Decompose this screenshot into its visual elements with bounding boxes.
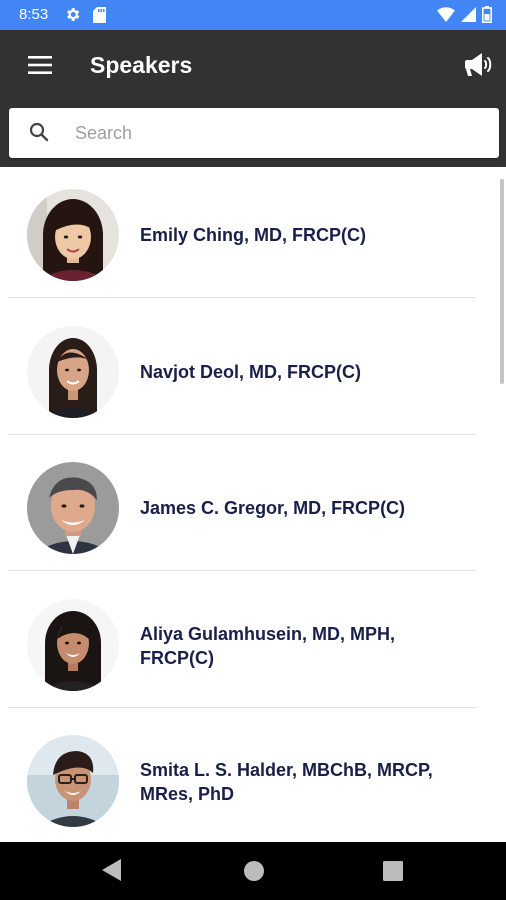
search-input[interactable]	[75, 118, 475, 148]
status-bar: 8:53	[0, 0, 506, 30]
speaker-list-item[interactable]: Emily Ching, MD, FRCP(C)	[0, 167, 506, 304]
divider	[8, 707, 476, 708]
search-bar	[9, 108, 499, 158]
battery-icon	[482, 6, 492, 28]
speaker-list-item[interactable]: Navjot Deol, MD, FRCP(C)	[0, 304, 506, 441]
speaker-name: Smita L. S. Halder, MBChB, MRCP, MRes, P…	[140, 760, 433, 804]
speaker-list-item[interactable]: Smita L. S. Halder, MBChB, MRCP, MRes, P…	[0, 713, 506, 842]
speaker-name: Aliya Gulamhusein, MD, MPH, FRCP(C)	[140, 624, 396, 668]
scrollbar-thumb[interactable]	[500, 179, 504, 384]
speaker-avatar	[27, 326, 119, 418]
wifi-icon	[437, 7, 455, 27]
speaker-list-item[interactable]: James C. Gregor, MD, FRCP(C)	[0, 440, 506, 577]
divider	[8, 570, 476, 571]
sd-card-icon	[93, 7, 106, 28]
navigation-bar	[0, 842, 506, 900]
speaker-name: James C. Gregor, MD, FRCP(C)	[140, 498, 406, 518]
speaker-avatar	[27, 599, 119, 691]
speaker-list[interactable]: Emily Ching, MD, FRCP(C) Navjot Deol, MD…	[0, 167, 506, 842]
megaphone-icon[interactable]	[462, 48, 496, 82]
hamburger-menu-icon[interactable]	[20, 50, 60, 80]
speaker-avatar	[27, 462, 119, 554]
speaker-avatar	[27, 189, 119, 281]
home-icon[interactable]	[243, 860, 265, 887]
status-time: 8:53	[19, 6, 49, 23]
cell-signal-icon	[461, 7, 476, 27]
speaker-list-item[interactable]: Aliya Gulamhusein, MD, MPH, FRCP(C)	[0, 577, 506, 714]
back-icon[interactable]	[100, 858, 122, 887]
speaker-name: Navjot Deol, MD, FRCP(C)	[140, 362, 362, 382]
divider	[8, 297, 476, 298]
speaker-name: Emily Ching, MD, FRCP(C)	[140, 225, 366, 245]
speaker-avatar	[27, 735, 119, 827]
divider	[8, 434, 476, 435]
app-bar: Speakers	[0, 30, 506, 167]
search-icon	[29, 122, 49, 147]
settings-icon	[64, 6, 81, 28]
page-title: Speakers	[90, 52, 193, 78]
recents-icon[interactable]	[383, 861, 403, 886]
